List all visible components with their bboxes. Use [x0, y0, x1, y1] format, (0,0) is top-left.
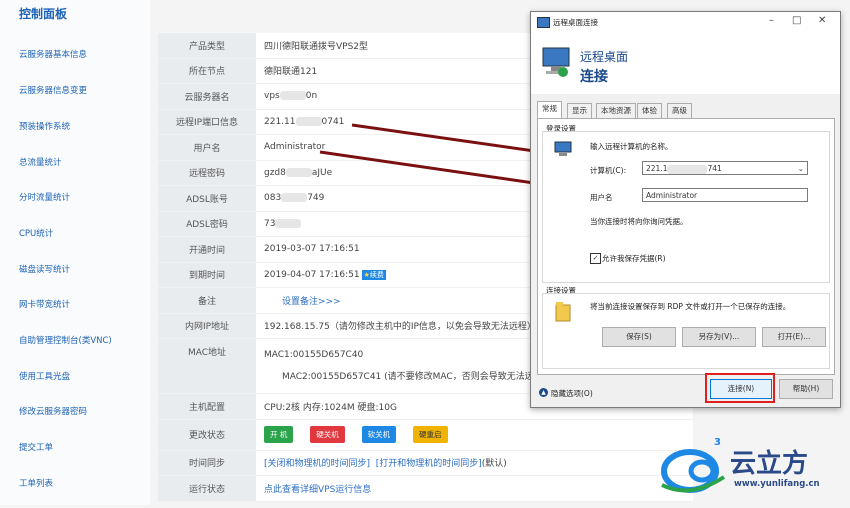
computer-label: 计算机(C):	[590, 166, 627, 175]
save-credentials-checkbox[interactable]: ✓	[590, 253, 601, 264]
tab-advanced[interactable]: 高级	[667, 103, 692, 119]
dialog-header: 远程桌面 连接	[531, 32, 840, 94]
tab-local-resources[interactable]: 本地资源	[596, 103, 636, 119]
credential-note: 当你连接时将向你询问凭据。	[590, 217, 688, 226]
redaction-mask	[667, 164, 708, 174]
help-button[interactable]: 帮助(H)	[779, 379, 833, 399]
login-group-box	[542, 131, 830, 283]
header-line1: 远程桌面	[580, 50, 629, 64]
maximize-icon[interactable]: □	[792, 15, 801, 26]
tab-display[interactable]: 显示	[567, 103, 592, 119]
username-label: 用户名	[590, 193, 613, 202]
save-button[interactable]: 保存(S)	[602, 327, 676, 347]
enter-computer-prompt: 输入远程计算机的名称。	[590, 142, 673, 151]
computer-icon	[554, 141, 572, 156]
tab-experience[interactable]: 体验	[637, 103, 662, 119]
remote-desktop-icon	[542, 47, 570, 77]
header-line2: 连接	[580, 69, 608, 85]
connection-note: 将当前连接设置保存到 RDP 文件或打开一个已保存的连接。	[590, 302, 791, 311]
dialog-titlebar: 远程桌面连接 – □ ✕	[531, 12, 840, 32]
minimize-icon[interactable]: –	[769, 15, 774, 26]
collapse-icon[interactable]: ▲	[539, 388, 548, 397]
rdp-small-icon	[537, 17, 550, 28]
connect-button[interactable]: 连接(N)	[710, 379, 772, 399]
remote-desktop-dialog: 远程桌面连接 – □ ✕ 远程桌面 连接 常规 显示 本地资源 体验 高级 登录…	[530, 11, 841, 408]
save-credentials-label: 允许我保存凭据(R)	[602, 254, 666, 263]
save-as-button[interactable]: 另存为(V)...	[682, 327, 756, 347]
general-panel: 登录设置 输入远程计算机的名称。 计算机(C): 221.1 741 ⌄ 用户名 A…	[537, 118, 835, 375]
rdp-file-icon	[555, 302, 571, 322]
close-icon[interactable]: ✕	[818, 15, 826, 26]
dialog-title: 远程桌面连接	[553, 18, 598, 27]
computer-value-part: 741	[707, 164, 722, 173]
chevron-down-icon[interactable]: ⌄	[798, 162, 804, 176]
hide-options-link[interactable]: 隐藏选项(O)	[551, 388, 593, 399]
username-field[interactable]: Administrator	[642, 188, 808, 202]
computer-combobox[interactable]: 221.1 741 ⌄	[642, 161, 808, 175]
open-button[interactable]: 打开(E)...	[762, 327, 826, 347]
computer-value-part: 221.1	[646, 164, 668, 173]
